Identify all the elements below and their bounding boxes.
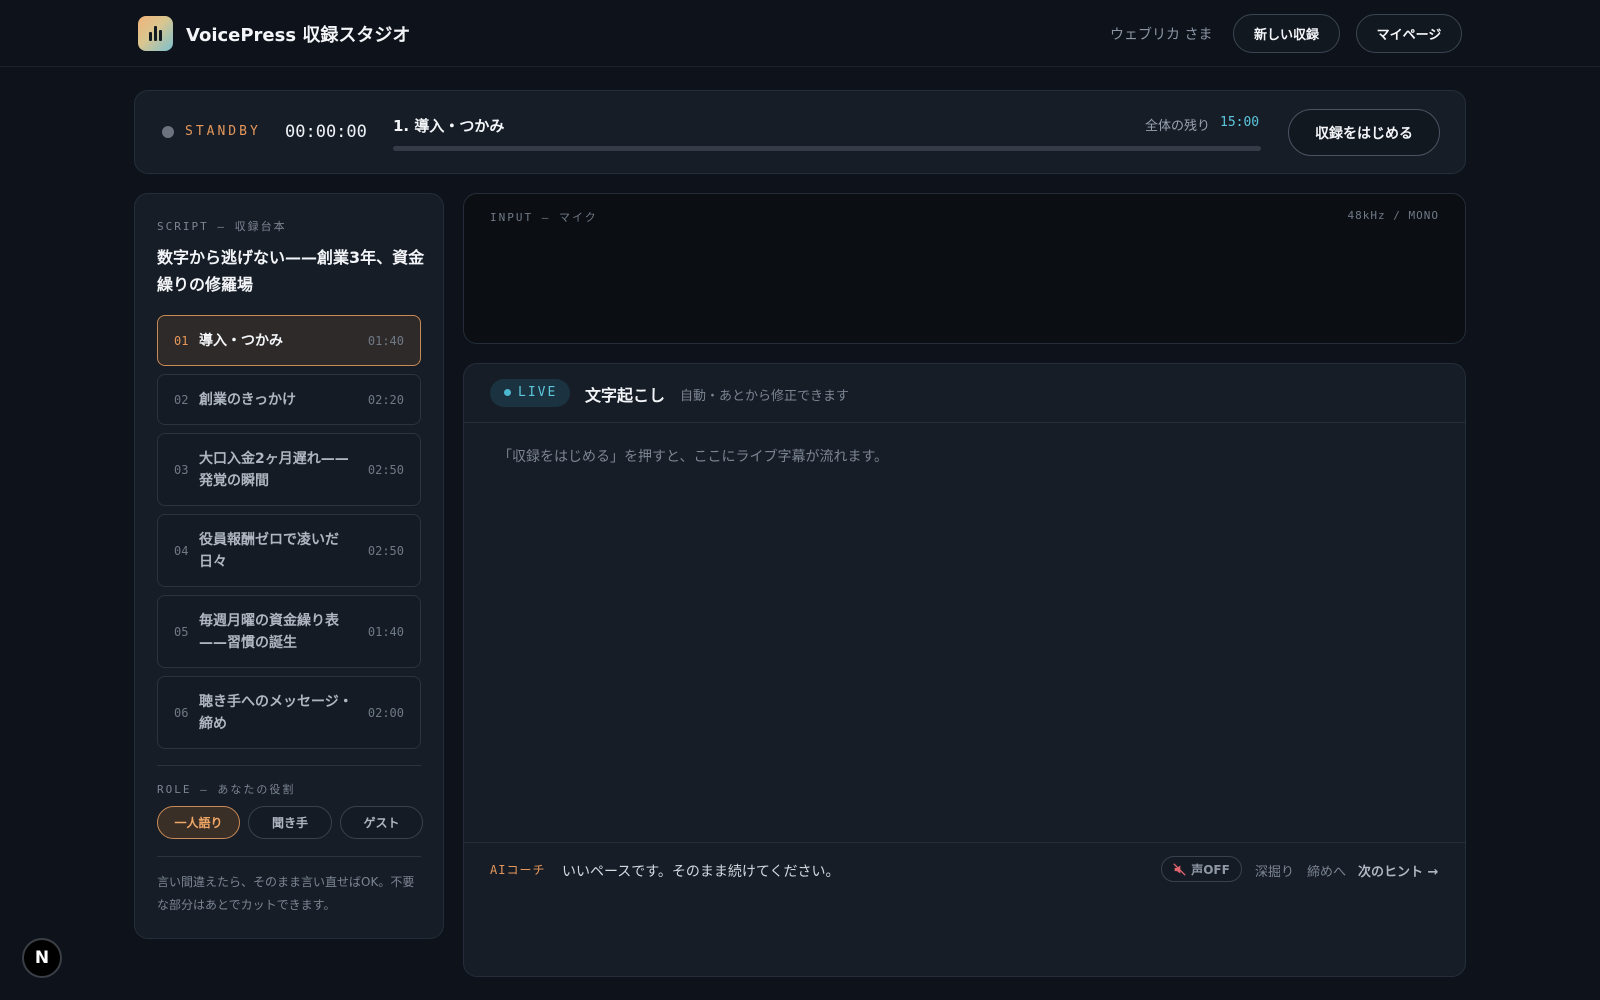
remaining-time-label: 全体の残り	[1145, 119, 1211, 134]
mic-input-panel: INPUT — マイク 48kHz / MONO	[463, 193, 1466, 344]
script-section-label: SCRIPT — 収録台本	[157, 220, 287, 233]
live-badge: LIVE	[490, 379, 570, 407]
retake-hint-note: 言い間違えたら、そのまま言い直せばOK。不要な部分はあとでカットできます。	[157, 875, 415, 912]
app-title[interactable]: VoicePress 収録スタジオ	[186, 21, 410, 47]
role-option-guest[interactable]: ゲスト	[340, 806, 423, 839]
segment-duration: 02:00	[367, 706, 404, 720]
segment-progress-bar	[393, 146, 1261, 151]
role-option-interviewer[interactable]: 聞き手	[248, 806, 332, 839]
segment-number: 06	[174, 706, 189, 720]
coach-divider	[464, 842, 1465, 843]
role-option-monologue[interactable]: 一人語り	[157, 806, 240, 839]
voice-toggle-label: 声OFF	[1191, 862, 1230, 877]
segment-name: 役員報酬ゼロで凌いだ日々	[199, 532, 339, 570]
script-title: 数字から逃げない——創業3年、資金繰りの修羅場	[157, 248, 425, 294]
transcript-placeholder: 「収録をはじめる」を押すと、ここにライブ字幕が流れます。	[498, 449, 889, 465]
segment-number: 01	[174, 334, 189, 348]
speaker-muted-icon	[1173, 862, 1186, 876]
segment-number: 04	[174, 544, 189, 558]
input-label: INPUT — マイク	[490, 211, 598, 224]
transcript-title: 文字起こし	[585, 386, 666, 405]
current-segment-title: 1. 導入・つかみ	[393, 117, 505, 135]
segment-item-03[interactable]: 03 大口入金2ヶ月遅れ——発覚の瞬間 02:50	[157, 433, 421, 506]
segment-item-06[interactable]: 06 聴き手へのメッセージ・締め 02:00	[157, 676, 421, 749]
wrap-up-button[interactable]: 締めへ	[1307, 861, 1346, 880]
new-recording-button[interactable]: 新しい収録	[1233, 14, 1340, 53]
segment-number: 02	[174, 393, 189, 407]
next-hint-button[interactable]: 次のヒント →	[1358, 861, 1438, 880]
user-name: ウェブリカ さま	[1110, 27, 1213, 43]
role-section-label: ROLE — あなたの役割	[157, 783, 296, 796]
segment-name: 毎週月曜の資金繰り表——習慣の誕生	[199, 613, 339, 651]
top-header: VoicePress 収録スタジオ ウェブリカ さま 新しい収録 マイページ	[0, 0, 1600, 67]
status-label: STANDBY	[185, 124, 261, 139]
ai-coach-message: いいペースです。そのまま続けてください。	[562, 864, 840, 880]
remaining-time-value: 15:00	[1220, 115, 1260, 130]
bar-chart-icon[interactable]	[138, 16, 173, 51]
segment-number: 03	[174, 463, 189, 477]
mypage-button[interactable]: マイページ	[1356, 14, 1462, 53]
segment-number: 05	[174, 625, 189, 639]
segment-item-02[interactable]: 02 創業のきっかけ 02:20	[157, 374, 421, 425]
segment-duration: 01:40	[367, 625, 404, 639]
transcript-panel: LIVE 文字起こし 自動・あとから修正できます 「収録をはじめる」を押すと、こ…	[463, 363, 1466, 977]
start-recording-button[interactable]: 収録をはじめる	[1288, 109, 1440, 156]
transcript-header: LIVE 文字起こし 自動・あとから修正できます	[464, 364, 1465, 423]
nextjs-dev-indicator-button[interactable]: N	[22, 938, 62, 978]
recording-status-bar: STANDBY 00:00:00 1. 導入・つかみ 全体の残り 15:00 収…	[134, 90, 1466, 174]
recording-timer: 00:00:00	[285, 122, 367, 142]
ai-coach-label: AIコーチ	[490, 863, 546, 877]
voice-toggle-button[interactable]: 声OFF	[1161, 856, 1242, 882]
section-divider	[157, 856, 421, 857]
segment-duration: 02:50	[367, 544, 404, 558]
segment-duration: 02:20	[367, 393, 404, 407]
segment-duration: 01:40	[367, 334, 404, 348]
transcript-subtitle: 自動・あとから修正できます	[680, 389, 850, 404]
input-spec: 48kHz / MONO	[1347, 209, 1439, 222]
segment-item-05[interactable]: 05 毎週月曜の資金繰り表——習慣の誕生 01:40	[157, 595, 421, 668]
segment-name: 大口入金2ヶ月遅れ——発覚の瞬間	[199, 451, 349, 489]
section-divider	[157, 765, 421, 766]
segment-name: 聴き手へのメッセージ・締め	[199, 694, 353, 732]
segment-item-04[interactable]: 04 役員報酬ゼロで凌いだ日々 02:50	[157, 514, 421, 587]
status-indicator-icon	[162, 126, 174, 138]
deep-dive-button[interactable]: 深掘り	[1255, 861, 1294, 880]
script-panel: SCRIPT — 収録台本 数字から逃げない——創業3年、資金繰りの修羅場 01…	[134, 193, 444, 939]
live-badge-label: LIVE	[518, 385, 558, 400]
segment-duration: 02:50	[367, 463, 404, 477]
segment-name: 導入・つかみ	[199, 333, 283, 349]
segment-name: 創業のきっかけ	[199, 392, 297, 408]
live-dot-icon	[504, 389, 511, 396]
segment-item-01[interactable]: 01 導入・つかみ 01:40	[157, 315, 421, 366]
